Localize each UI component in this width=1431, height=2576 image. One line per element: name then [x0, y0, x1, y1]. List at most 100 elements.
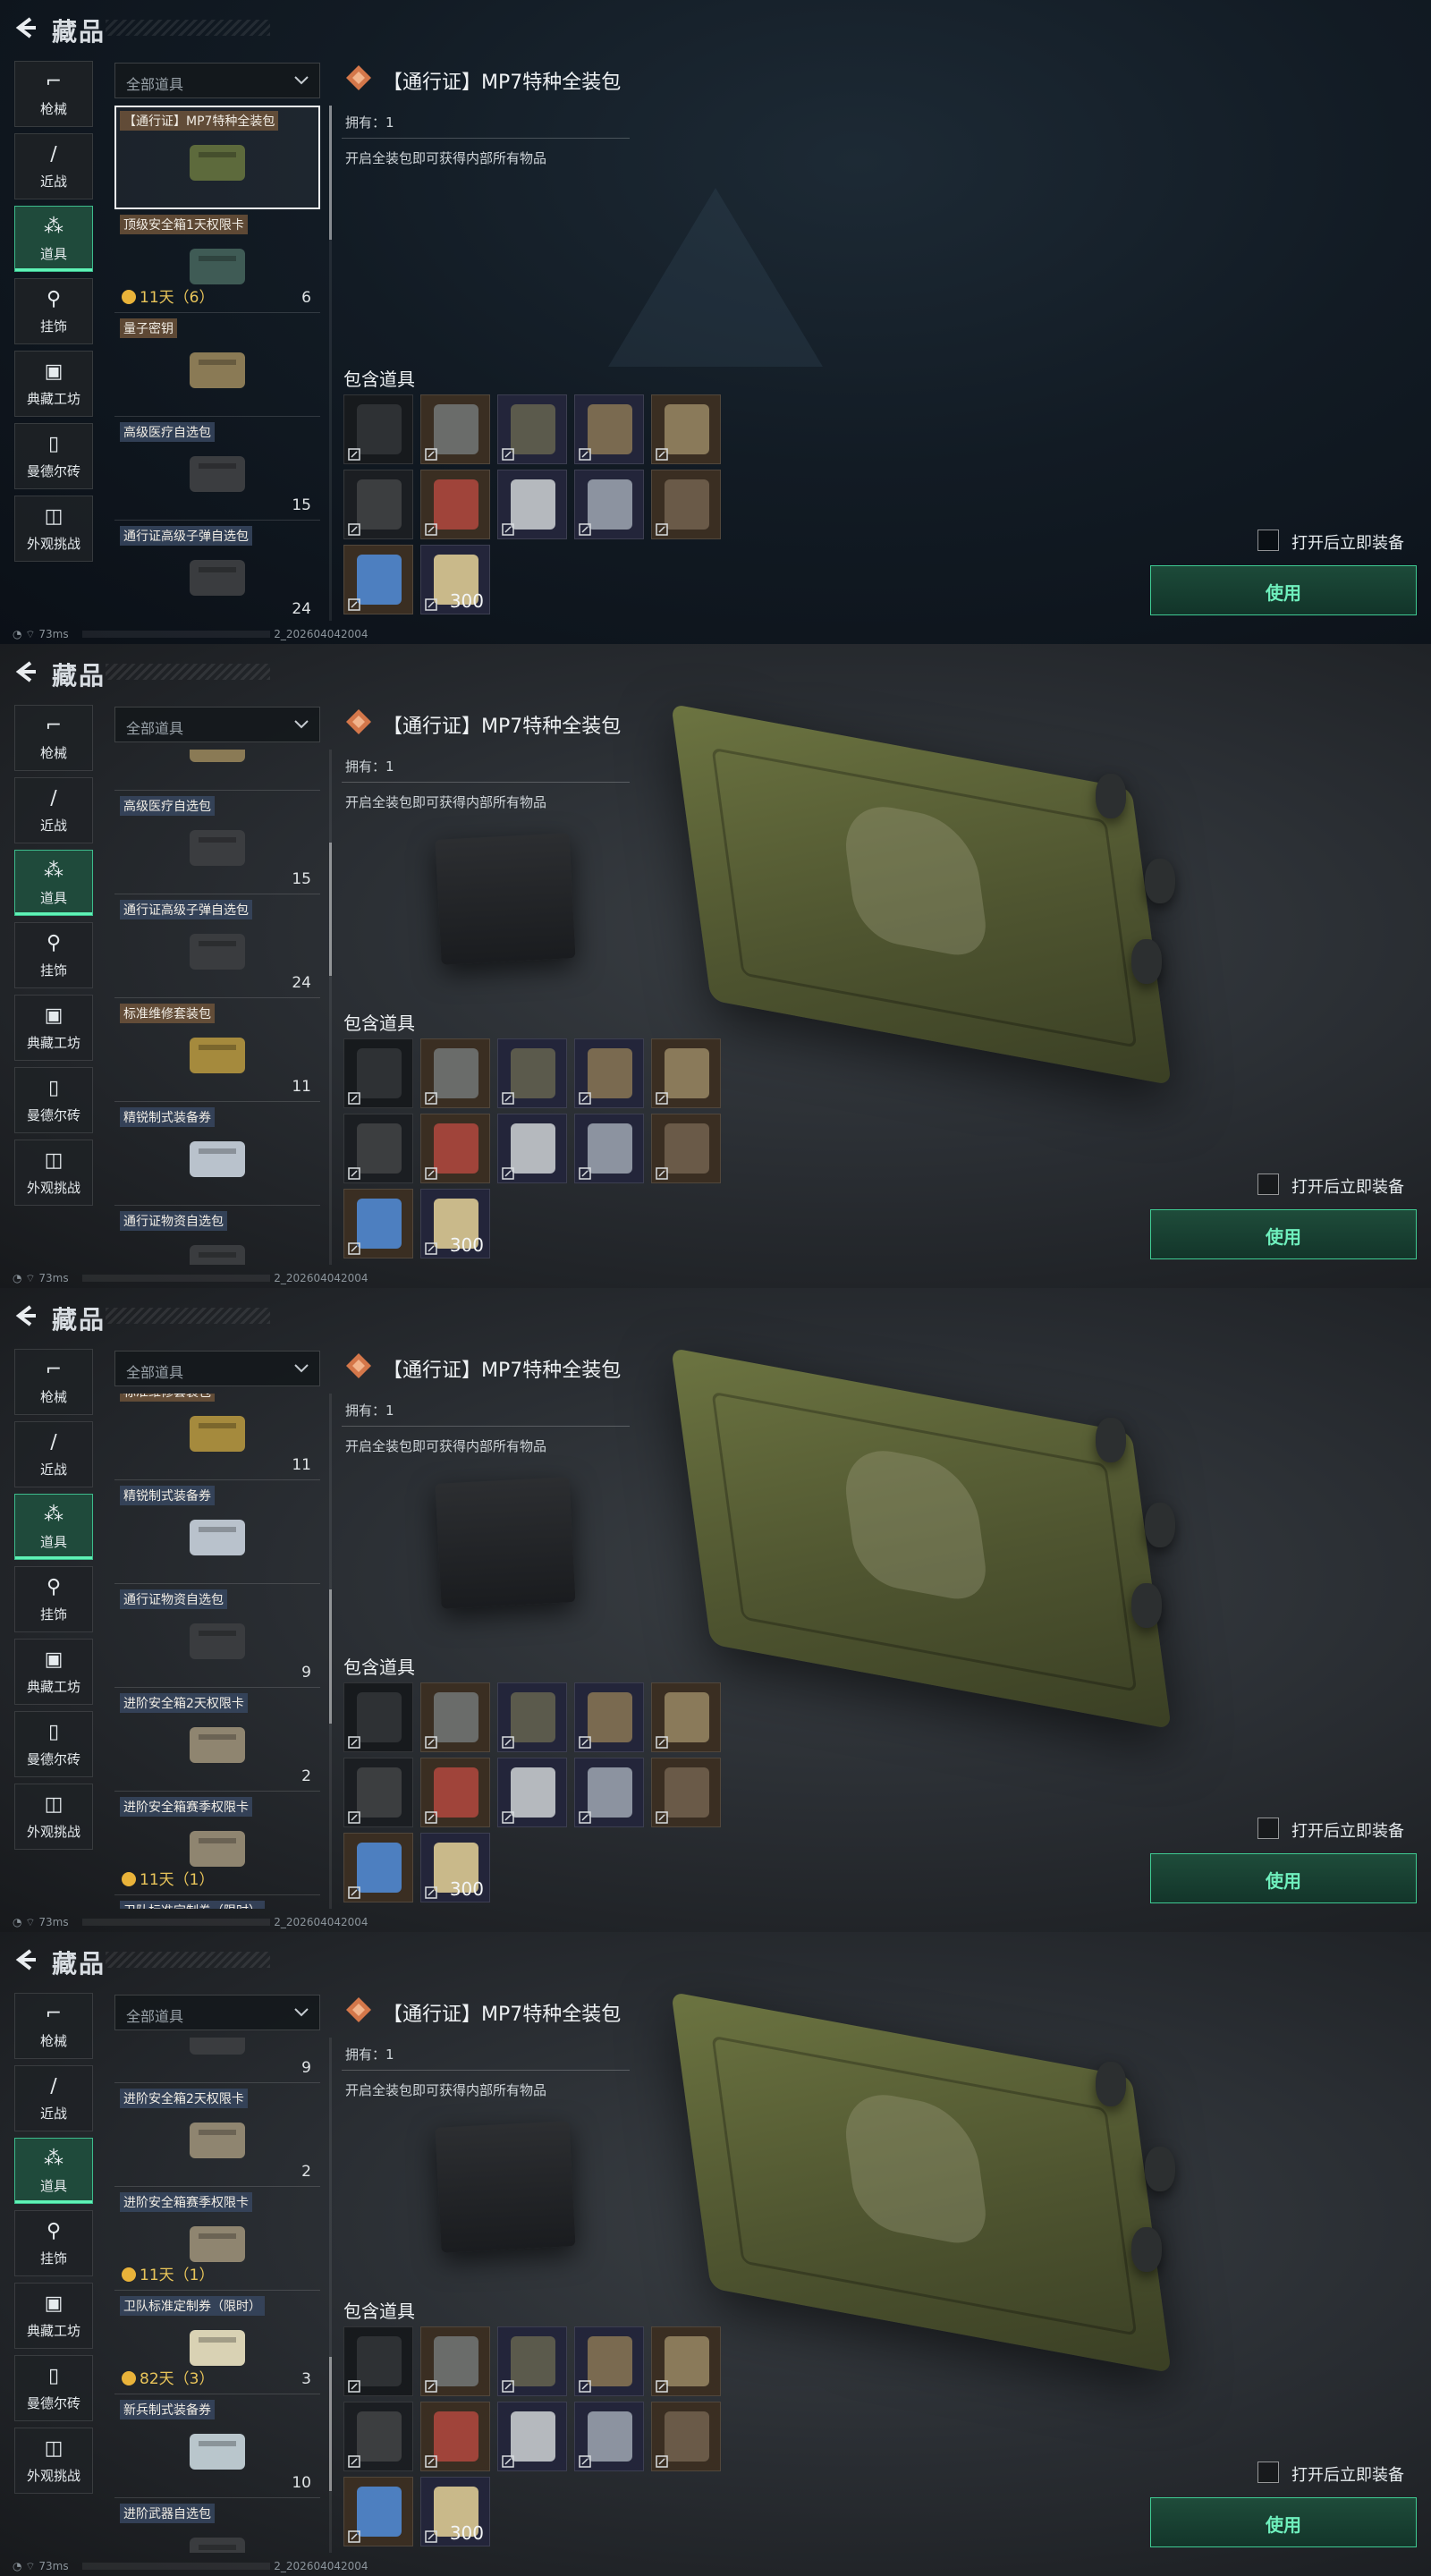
content-item-cell[interactable] — [420, 1114, 490, 1183]
nav-item-gun[interactable]: ⌐ 枪械 — [14, 1349, 93, 1415]
content-item-cell[interactable] — [497, 1038, 567, 1108]
content-item-cell[interactable] — [343, 470, 413, 539]
back-arrow-icon[interactable] — [13, 1946, 39, 1973]
back-arrow-icon[interactable] — [13, 14, 39, 41]
auto-equip-checkbox[interactable] — [1257, 1174, 1279, 1195]
content-item-cell[interactable] — [343, 1038, 413, 1108]
list-item[interactable]: 进阶安全箱2天权限卡 2 — [114, 2083, 320, 2188]
list-item[interactable]: 通行证高级子弹自选包 24 — [114, 521, 320, 621]
content-item-cell[interactable] — [497, 394, 567, 464]
nav-item-charm[interactable]: ⚲ 挂饰 — [14, 922, 93, 988]
list-item[interactable]: 量子密钥 — [114, 750, 320, 792]
content-item-cell[interactable] — [574, 394, 644, 464]
content-item-cell[interactable] — [574, 470, 644, 539]
nav-item-items[interactable]: ⁂ 道具 — [14, 2138, 93, 2204]
content-item-cell[interactable] — [574, 2402, 644, 2471]
content-item-cell[interactable] — [651, 470, 721, 539]
use-button[interactable]: 使用 — [1150, 565, 1417, 615]
list-item[interactable]: 进阶安全箱赛季权限卡 11天（1） — [114, 1792, 320, 1896]
content-item-cell[interactable] — [497, 1758, 567, 1827]
nav-item-charm[interactable]: ⚲ 挂饰 — [14, 2210, 93, 2276]
nav-item-frame[interactable]: ▣ 典藏工坊 — [14, 351, 93, 417]
nav-item-brick[interactable]: ▯ 曼德尔砖 — [14, 1067, 93, 1133]
content-item-cell[interactable] — [574, 2326, 644, 2396]
content-item-cell[interactable] — [343, 2477, 413, 2546]
content-item-cell[interactable] — [651, 1682, 721, 1752]
content-item-cell[interactable] — [497, 470, 567, 539]
item-list[interactable]: 【通行证】MP7特种全装包顶级安全箱1天权限卡11天（6）6量子密钥高级医疗自选… — [114, 2038, 320, 2553]
scrollbar-thumb[interactable] — [329, 106, 332, 240]
list-item[interactable]: 标准维修套装包 11 — [114, 998, 320, 1103]
item-filter-dropdown[interactable]: 全部道具 — [114, 707, 320, 742]
item-list[interactable]: 【通行证】MP7特种全装包顶级安全箱1天权限卡11天（6）6量子密钥高级医疗自选… — [114, 106, 320, 621]
content-item-cell[interactable]: 300 — [420, 1189, 490, 1258]
item-filter-dropdown[interactable]: 全部道具 — [114, 1351, 320, 1386]
content-item-cell[interactable] — [343, 545, 413, 614]
auto-equip-checkbox[interactable] — [1257, 1818, 1279, 1839]
content-item-cell[interactable] — [651, 1038, 721, 1108]
nav-item-appearance[interactable]: ◫ 外观挑战 — [14, 1784, 93, 1850]
item-filter-dropdown[interactable]: 全部道具 — [114, 63, 320, 98]
content-item-cell[interactable]: 300 — [420, 1833, 490, 1902]
content-item-cell[interactable] — [574, 1758, 644, 1827]
content-item-cell[interactable] — [651, 1758, 721, 1827]
content-item-cell[interactable] — [420, 2326, 490, 2396]
content-item-cell[interactable] — [651, 1114, 721, 1183]
content-item-cell[interactable]: 300 — [420, 545, 490, 614]
list-item[interactable]: 通行证高级子弹自选包 24 — [114, 894, 320, 999]
auto-equip-checkbox[interactable] — [1257, 2462, 1279, 2483]
scrollbar-thumb[interactable] — [329, 1589, 332, 1724]
list-item[interactable]: 通行证物资自选包 9 — [114, 1584, 320, 1689]
list-item[interactable]: 高级医疗自选包 15 — [114, 791, 320, 895]
item-filter-dropdown[interactable]: 全部道具 — [114, 1995, 320, 2030]
content-item-cell[interactable] — [420, 2402, 490, 2471]
content-item-cell[interactable] — [420, 1758, 490, 1827]
list-item[interactable]: 标准维修套装包 11 — [114, 1394, 320, 1481]
item-list-scrollbar[interactable] — [329, 750, 332, 1265]
use-button[interactable]: 使用 — [1150, 1209, 1417, 1259]
nav-item-charm[interactable]: ⚲ 挂饰 — [14, 278, 93, 344]
content-item-cell[interactable] — [497, 2402, 567, 2471]
content-item-cell[interactable] — [343, 1758, 413, 1827]
list-item[interactable]: 【通行证】MP7特种全装包 — [114, 106, 320, 209]
list-item[interactable]: 量子密钥 — [114, 313, 320, 417]
use-button[interactable]: 使用 — [1150, 2497, 1417, 2547]
content-item-cell[interactable] — [497, 2326, 567, 2396]
nav-item-appearance[interactable]: ◫ 外观挑战 — [14, 1140, 93, 1206]
nav-item-brick[interactable]: ▯ 曼德尔砖 — [14, 2355, 93, 2421]
back-arrow-icon[interactable] — [13, 1302, 39, 1329]
item-list-scrollbar[interactable] — [329, 2038, 332, 2553]
list-item[interactable]: 顶级安全箱1天权限卡 11天（6） 6 — [114, 209, 320, 313]
nav-item-gun[interactable]: ⌐ 枪械 — [14, 1993, 93, 2059]
list-item[interactable]: 进阶安全箱赛季权限卡 11天（1） — [114, 2187, 320, 2292]
use-button[interactable]: 使用 — [1150, 1853, 1417, 1903]
content-item-cell[interactable] — [343, 1682, 413, 1752]
content-item-cell[interactable] — [497, 1114, 567, 1183]
content-item-cell[interactable]: 300 — [420, 2477, 490, 2546]
content-item-cell[interactable] — [574, 1038, 644, 1108]
content-item-cell[interactable] — [343, 2326, 413, 2396]
nav-item-frame[interactable]: ▣ 典藏工坊 — [14, 995, 93, 1061]
list-item[interactable]: 精锐制式装备券 — [114, 1102, 320, 1207]
content-item-cell[interactable] — [574, 1682, 644, 1752]
content-item-cell[interactable] — [497, 1682, 567, 1752]
back-arrow-icon[interactable] — [13, 658, 39, 685]
nav-item-gun[interactable]: ⌐ 枪械 — [14, 61, 93, 127]
content-item-cell[interactable] — [343, 2402, 413, 2471]
content-item-cell[interactable] — [343, 1189, 413, 1258]
list-item[interactable]: 卫队标准定制券（限时）82天（3）3 — [114, 1895, 320, 1909]
content-item-cell[interactable] — [420, 394, 490, 464]
list-item[interactable]: 精锐制式装备券 — [114, 1480, 320, 1585]
nav-item-items[interactable]: ⁂ 道具 — [14, 850, 93, 916]
scrollbar-thumb[interactable] — [329, 2357, 332, 2491]
scrollbar-thumb[interactable] — [329, 842, 332, 977]
list-item[interactable]: 进阶武器自选包 — [114, 2498, 320, 2553]
nav-item-appearance[interactable]: ◫ 外观挑战 — [14, 496, 93, 562]
nav-item-frame[interactable]: ▣ 典藏工坊 — [14, 2283, 93, 2349]
nav-item-items[interactable]: ⁂ 道具 — [14, 1494, 93, 1560]
nav-item-knife[interactable]: ∕ 近战 — [14, 1421, 93, 1487]
nav-item-brick[interactable]: ▯ 曼德尔砖 — [14, 1711, 93, 1777]
nav-item-items[interactable]: ⁂ 道具 — [14, 206, 93, 272]
auto-equip-checkbox[interactable] — [1257, 530, 1279, 551]
content-item-cell[interactable] — [343, 1833, 413, 1902]
